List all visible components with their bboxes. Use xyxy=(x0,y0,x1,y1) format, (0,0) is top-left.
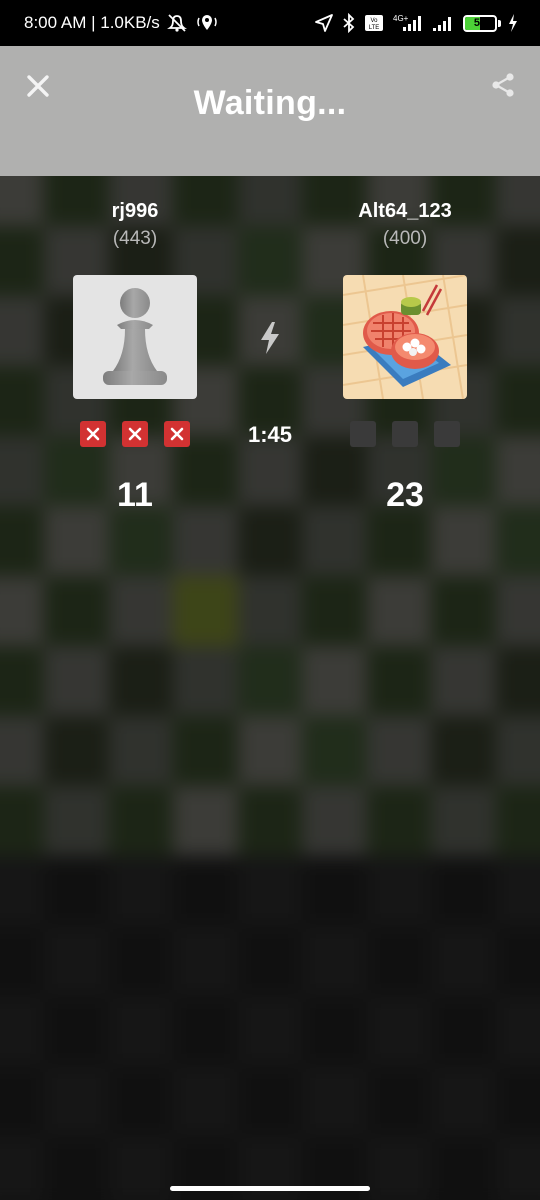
header-bar: Waiting... xyxy=(0,46,540,176)
battery-icon: 50 xyxy=(463,14,497,32)
player-rating: (400) xyxy=(382,228,428,249)
pawn-icon xyxy=(103,288,167,385)
x-icon xyxy=(128,427,142,441)
status-bar: 8:00 AM | 1.0KB/s Vo LTE 4G+ 50 xyxy=(0,0,540,46)
svg-text:4G+: 4G+ xyxy=(393,14,409,23)
player-rating: (443) xyxy=(112,228,158,249)
bluetooth-icon xyxy=(341,13,357,33)
gesture-nav-bar[interactable] xyxy=(170,1186,370,1191)
status-time-speed: 8:00 AM | 1.0KB/s xyxy=(24,13,160,32)
svg-text:Vo: Vo xyxy=(370,18,378,24)
x-icon xyxy=(170,427,184,441)
charging-icon xyxy=(508,14,518,32)
location-icon xyxy=(194,13,220,33)
share-button[interactable] xyxy=(488,70,518,100)
page-title: Waiting... xyxy=(193,84,347,122)
volte-icon: Vo LTE xyxy=(364,14,384,32)
player-score: 23 xyxy=(386,476,424,514)
lightning-bolt-icon xyxy=(261,322,279,354)
loss-mark xyxy=(164,421,190,447)
alarm-off-icon xyxy=(166,13,188,33)
player-score: 11 xyxy=(117,476,153,514)
player-name[interactable]: rj996 xyxy=(35,200,235,223)
empty-mark xyxy=(392,421,418,447)
result-marks xyxy=(35,421,235,447)
signal-4g-icon: 4G+ xyxy=(391,13,425,33)
x-icon xyxy=(86,427,100,441)
signal-icon xyxy=(432,13,456,33)
game-waiting-screen: 8:00 AM | 1.0KB/s Vo LTE 4G+ 50 Waiting.… xyxy=(0,0,540,1200)
battery-level: 50 xyxy=(473,17,487,29)
share-icon xyxy=(492,73,514,97)
loss-mark xyxy=(122,421,148,447)
grill-picture xyxy=(343,275,467,399)
result-marks xyxy=(305,421,505,447)
players-panel: rj996 (443) 11 1:45 Alt64_123 (400) 23 xyxy=(0,176,540,536)
svg-text:LTE: LTE xyxy=(369,25,380,31)
avatar[interactable] xyxy=(343,275,467,399)
loss-mark xyxy=(80,421,106,447)
navigation-arrow-icon xyxy=(314,13,334,33)
empty-mark xyxy=(434,421,460,447)
empty-mark xyxy=(350,421,376,447)
player-name[interactable]: Alt64_123 xyxy=(305,200,505,223)
avatar[interactable] xyxy=(73,275,197,399)
